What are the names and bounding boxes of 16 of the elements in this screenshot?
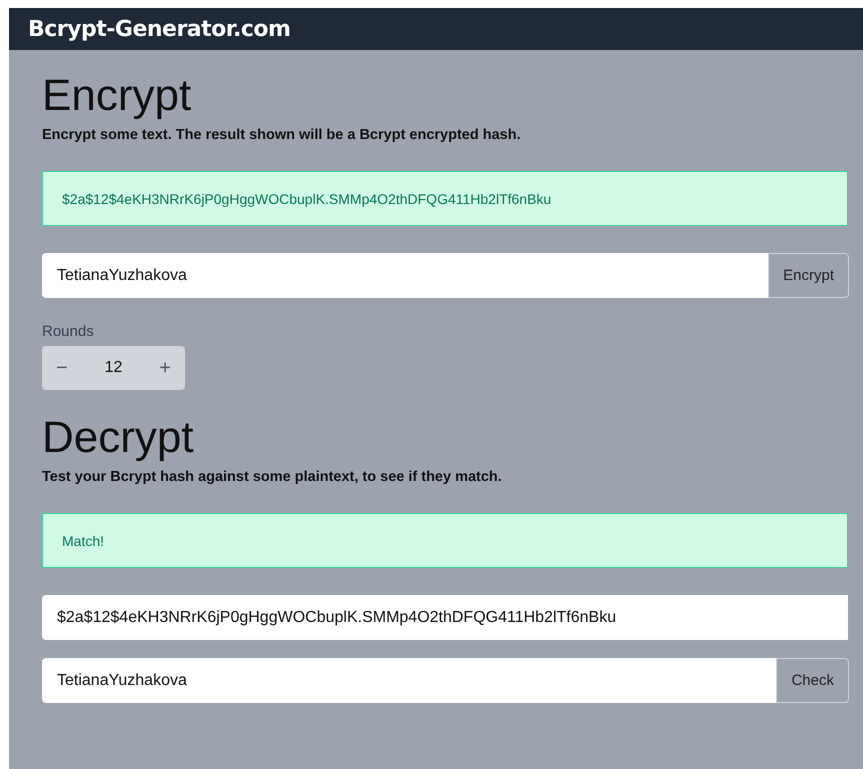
decrement-button[interactable]: − xyxy=(48,356,76,380)
section-description: Test your Bcrypt hash against some plaintext, to see if they match. xyxy=(42,469,503,485)
section-heading: Decrypt xyxy=(42,412,195,464)
section-description: Encrypt some text. The result shown will be a Bcrypt encrypted hash. xyxy=(42,127,522,143)
hash-result-text: $2a$12$4eKH3NRrK6jP0gHggWOCbuplK.SMMp4O2thDFQG411Hb2lTf6nBku xyxy=(62,190,552,206)
rounds-label: Rounds xyxy=(42,323,95,340)
hash-input[interactable]: $2a$12$4eKH3NRrK6jP0gHggWOCbuplK.SMMp4O2thDFQG411Hb2lTf6nBku xyxy=(42,595,848,640)
match-result-text: Match! xyxy=(62,532,104,548)
encrypt-button[interactable]: Encrypt xyxy=(768,253,849,298)
site-title[interactable]: Bcrypt-Generator.com xyxy=(28,16,290,42)
section-heading: Encrypt xyxy=(42,70,192,122)
text-input[interactable]: TetianaYuzhakova xyxy=(42,253,768,298)
text-input[interactable]: TetianaYuzhakova xyxy=(42,658,776,703)
check-button[interactable]: Check xyxy=(776,658,849,703)
increment-button[interactable]: + xyxy=(151,356,179,380)
rounds-value: 12 xyxy=(104,359,122,377)
